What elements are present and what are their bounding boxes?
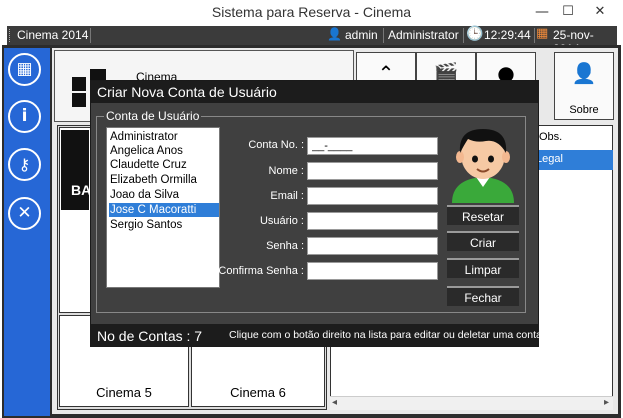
info-icon[interactable]: i bbox=[8, 100, 41, 133]
status-bar: Cinema 2014 👤 admin Administrator 🕒 12:2… bbox=[7, 26, 617, 56]
separator bbox=[383, 28, 384, 43]
separator bbox=[534, 28, 535, 43]
password-label: Senha : bbox=[266, 240, 304, 252]
user-icon: 👤 bbox=[327, 27, 342, 41]
poster-text: BA bbox=[71, 182, 92, 198]
scroll-right-icon[interactable]: ▸ bbox=[604, 397, 609, 408]
key-icon[interactable]: ⚷ bbox=[8, 148, 41, 181]
account-number-field[interactable] bbox=[307, 137, 438, 155]
minimize-icon[interactable]: — bbox=[530, 4, 554, 24]
separator bbox=[90, 28, 91, 43]
name-label: Nome : bbox=[268, 165, 304, 177]
column-header-obs[interactable]: Obs. bbox=[535, 128, 613, 148]
list-hint: Clique com o botão direito na lista para… bbox=[229, 329, 542, 341]
account-group-label: Conta de Usuário bbox=[104, 109, 202, 123]
cinema-tile-label: Cinema 5 bbox=[96, 385, 152, 400]
cinema-tile-label: Cinema 6 bbox=[230, 385, 286, 400]
maximize-icon[interactable]: ☐ bbox=[556, 4, 580, 24]
clock-icon: 🕒 bbox=[466, 26, 484, 42]
account-count: No de Contas : 7 bbox=[97, 328, 203, 344]
top-button-about[interactable]: 👤 Sobre bbox=[554, 52, 614, 120]
movie-poster: BA bbox=[61, 130, 92, 210]
app-name: Cinema 2014 bbox=[17, 28, 89, 42]
separator bbox=[463, 28, 464, 43]
calendar-icon: ▦ bbox=[536, 26, 549, 41]
confirm-password-label: Confirma Senha : bbox=[218, 265, 304, 277]
username-field[interactable] bbox=[307, 212, 438, 230]
name-field[interactable] bbox=[307, 162, 438, 180]
user-role: Administrator bbox=[388, 28, 459, 42]
current-time: 12:29:44 bbox=[484, 28, 531, 42]
table-row-selected[interactable]: Legal bbox=[532, 150, 613, 170]
top-button-label: Sobre bbox=[569, 104, 599, 116]
account-number-label: Conta No. : bbox=[248, 139, 304, 151]
confirm-password-field[interactable] bbox=[307, 262, 438, 280]
close-button[interactable]: Fechar bbox=[447, 286, 519, 306]
current-user: admin bbox=[345, 28, 378, 42]
close-circle-icon[interactable]: ✕ bbox=[8, 197, 41, 230]
grip-handle bbox=[9, 29, 12, 42]
film-icon[interactable]: ▦ bbox=[8, 53, 41, 86]
email-field[interactable] bbox=[307, 187, 438, 205]
close-icon[interactable]: ✕ bbox=[580, 4, 620, 24]
email-label: Email : bbox=[270, 190, 304, 202]
create-button[interactable]: Criar bbox=[447, 231, 519, 251]
user-list[interactable]: Administrator Angelica Anos Claudette Cr… bbox=[106, 127, 220, 288]
reset-button[interactable]: Resetar bbox=[447, 205, 519, 225]
user-avatar-icon bbox=[452, 129, 514, 203]
username-label: Usuário : bbox=[259, 215, 304, 227]
clear-button[interactable]: Limpar bbox=[447, 258, 519, 278]
horizontal-scrollbar[interactable]: ▸ ◂ bbox=[330, 396, 613, 410]
dialog-title: Criar Nova Conta de Usuário bbox=[97, 84, 277, 100]
scroll-left-icon[interactable]: ◂ bbox=[332, 397, 337, 408]
about-user-icon: 👤 bbox=[571, 61, 597, 85]
password-field[interactable] bbox=[307, 237, 438, 255]
